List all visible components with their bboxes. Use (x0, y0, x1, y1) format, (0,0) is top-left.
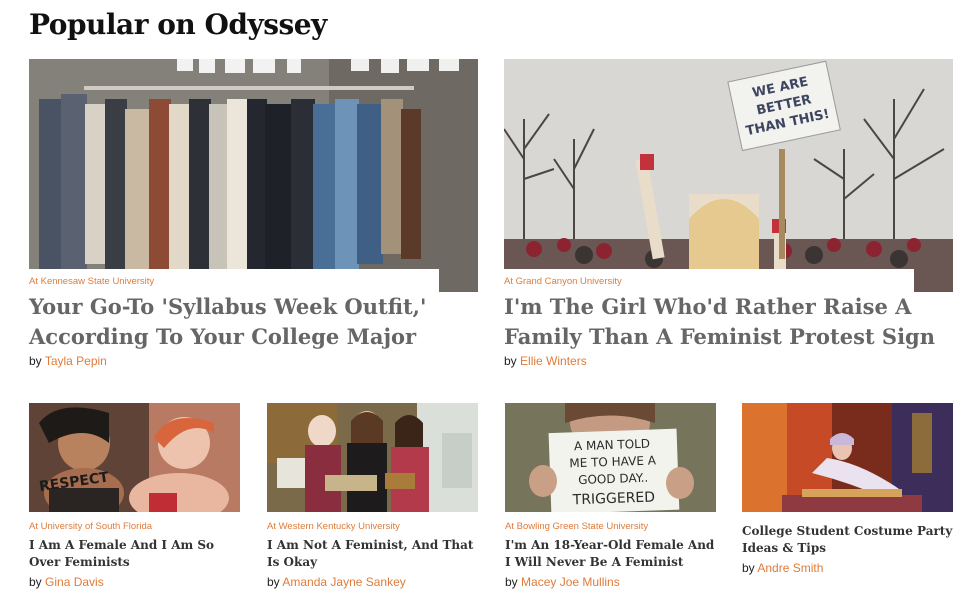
article-card[interactable]: A MAN TOLD ME TO HAVE A GOOD DAY.. TRIGG… (505, 403, 717, 593)
byline: by Ellie Winters (504, 354, 587, 368)
author-link[interactable]: Macey Joe Mullins (521, 575, 620, 589)
article-headline: I Am Not A Feminist, And That Is Okay (267, 538, 474, 569)
article-headline-link[interactable]: I'm An 18-Year-Old Female And I Will Nev… (505, 537, 717, 571)
byline-prefix: by (742, 561, 755, 575)
clothes-rack-photo[interactable] (29, 59, 478, 292)
byline: by Tayla Pepin (29, 354, 107, 368)
author-link[interactable]: Tayla Pepin (45, 354, 107, 368)
handwritten-sign-text: TRIGGERED (571, 489, 655, 508)
featured-article-card[interactable]: WE ARE BETTER THAN THIS! At Grand Canyon… (504, 59, 954, 379)
article-card[interactable]: At Western Kentucky University I Am Not … (267, 403, 479, 593)
article-headline: College Student Costume Party Ideas & Ti… (742, 524, 953, 555)
author-link[interactable]: Ellie Winters (520, 354, 587, 368)
section-title: Popular on Odyssey (29, 8, 327, 41)
byline-prefix: by (505, 575, 518, 589)
byline: by Macey Joe Mullins (505, 575, 620, 589)
featured-article-card[interactable]: At Kennesaw State University Your Go-To … (29, 59, 479, 379)
handwritten-sign-text: A MAN TOLD (574, 437, 651, 454)
university-label[interactable]: At Western Kentucky University (267, 521, 400, 532)
headline-line-2: According To Your College Major (29, 324, 417, 349)
university-label[interactable]: At Grand Canyon University (504, 276, 622, 287)
article-card[interactable]: RESPECT At University of South Florida I… (29, 403, 241, 593)
article-card[interactable]: College Student Costume Party Ideas & Ti… (742, 403, 954, 593)
article-headline-link[interactable]: Your Go-To 'Syllabus Week Outfit,' Accor… (29, 292, 426, 352)
article-headline-link[interactable]: I'm The Girl Who'd Rather Raise A Family… (504, 292, 935, 352)
headline-line-1: Your Go-To 'Syllabus Week Outfit,' (29, 294, 427, 319)
byline-prefix: by (267, 575, 280, 589)
byline-prefix: by (29, 575, 42, 589)
byline: by Gina Davis (29, 575, 104, 589)
women-body-paint-photo[interactable]: RESPECT (29, 403, 240, 512)
article-headline: I Am A Female And I Am So Over Feminists (29, 538, 215, 569)
handwritten-sign-text: GOOD DAY.. (578, 471, 649, 487)
article-headline: I'm An 18-Year-Old Female And I Will Nev… (505, 538, 715, 569)
byline: by Amanda Jayne Sankey (267, 575, 406, 589)
women-baking-photo[interactable] (267, 403, 478, 512)
author-link[interactable]: Andre Smith (757, 561, 823, 575)
author-link[interactable]: Gina Davis (45, 575, 104, 589)
headline-line-1: I'm The Girl Who'd Rather Raise A (504, 294, 912, 319)
university-label[interactable]: At Bowling Green State University (505, 521, 648, 532)
byline-prefix: by (29, 354, 42, 368)
headline-line-2: Family Than A Feminist Protest Sign (504, 324, 935, 349)
university-label[interactable]: At Kennesaw State University (29, 276, 154, 287)
article-headline-link[interactable]: I Am Not A Feminist, And That Is Okay (267, 537, 479, 571)
protest-crowd-photo[interactable]: WE ARE BETTER THAN THIS! (504, 59, 953, 292)
article-headline-link[interactable]: I Am A Female And I Am So Over Feminists (29, 537, 241, 571)
costume-party-photo[interactable] (742, 403, 953, 512)
sign-holding-photo[interactable]: A MAN TOLD ME TO HAVE A GOOD DAY.. TRIGG… (505, 403, 716, 512)
article-headline-link[interactable]: College Student Costume Party Ideas & Ti… (742, 523, 954, 557)
university-label[interactable]: At University of South Florida (29, 521, 152, 532)
byline: by Andre Smith (742, 561, 823, 575)
author-link[interactable]: Amanda Jayne Sankey (282, 575, 405, 589)
byline-prefix: by (504, 354, 517, 368)
